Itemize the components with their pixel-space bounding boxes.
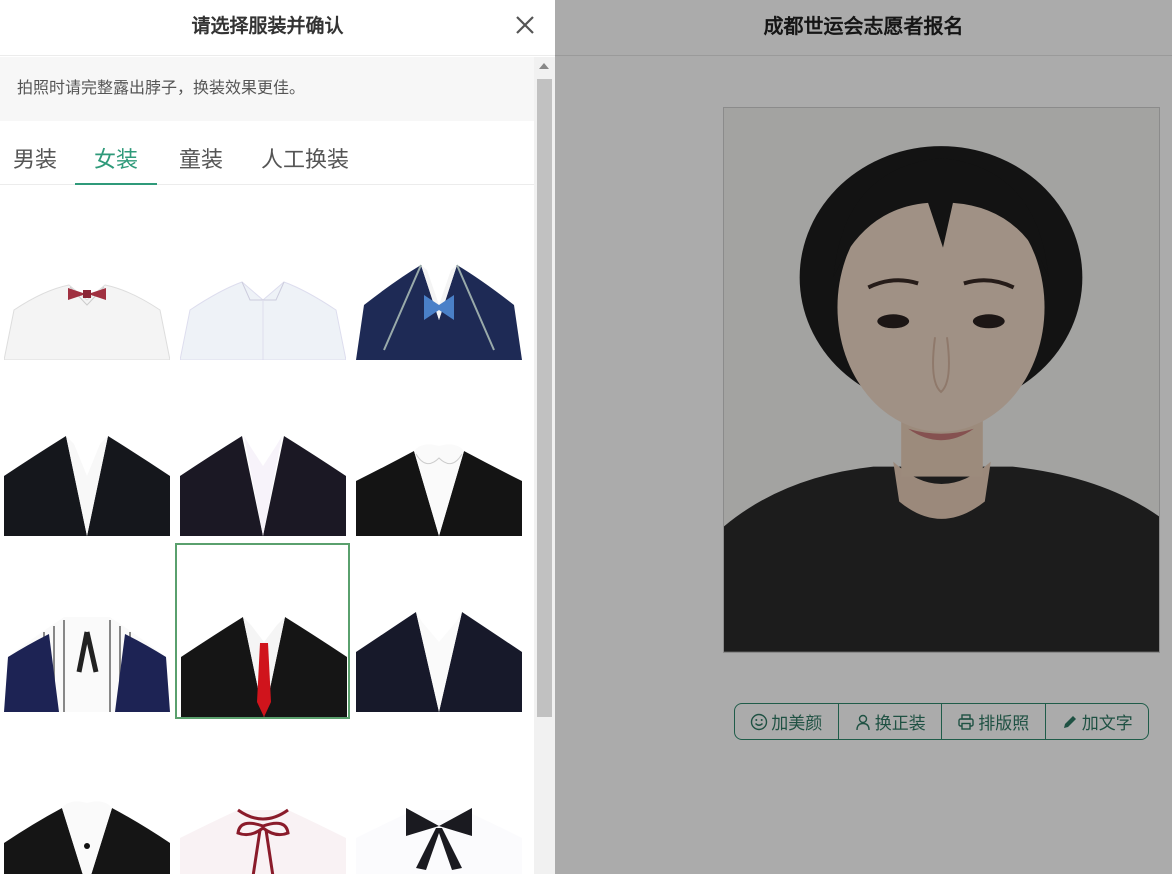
outfit-item[interactable]: [356, 714, 522, 874]
drawer-header: 请选择服装并确认: [0, 0, 555, 56]
outfit-tabs: 男装 女装 童装 人工换装: [0, 122, 534, 185]
scroll-thumb[interactable]: [537, 79, 552, 717]
drawer-scrollbar[interactable]: [534, 57, 555, 874]
tab-mens[interactable]: 男装: [10, 142, 60, 185]
outfit-item[interactable]: [356, 538, 522, 712]
outfit-grid: [0, 186, 534, 874]
outfit-thumbnail: [4, 436, 170, 536]
outfit-item-selected[interactable]: [175, 543, 350, 719]
tab-kids[interactable]: 童装: [176, 142, 226, 185]
outfit-item[interactable]: [4, 538, 170, 712]
outfit-item[interactable]: [180, 362, 346, 536]
outfit-item[interactable]: [356, 186, 522, 360]
outfit-thumbnail: [356, 444, 522, 536]
tab-womens[interactable]: 女装: [75, 142, 157, 185]
scroll-up-icon[interactable]: [539, 63, 549, 69]
outfit-item[interactable]: [356, 362, 522, 536]
photo-tip: 拍照时请完整露出脖子，换装效果更佳。: [0, 57, 534, 121]
outfit-drawer: 请选择服装并确认 拍照时请完整露出脖子，换装效果更佳。 男装 女装 童装 人工换…: [0, 0, 555, 874]
drawer-title: 请选择服装并确认: [191, 15, 344, 37]
close-icon[interactable]: [512, 12, 538, 38]
outfit-thumbnail: [181, 617, 347, 717]
outfit-item[interactable]: [4, 362, 170, 536]
outfit-thumbnail: [356, 612, 522, 712]
outfit-thumbnail: [356, 264, 522, 360]
outfit-thumbnail: [4, 284, 170, 360]
outfit-item[interactable]: [180, 714, 346, 874]
outfit-thumbnail: [180, 281, 346, 360]
outfit-thumbnail: [4, 801, 170, 874]
tab-manual[interactable]: 人工换装: [258, 142, 352, 185]
outfit-item[interactable]: [4, 714, 170, 874]
outfit-thumbnail: [180, 808, 346, 874]
outfit-item[interactable]: [4, 186, 170, 360]
outfit-thumbnail: [180, 436, 346, 536]
outfit-thumbnail: [4, 617, 170, 712]
outfit-item[interactable]: [180, 186, 346, 360]
outfit-thumbnail: [356, 808, 522, 874]
